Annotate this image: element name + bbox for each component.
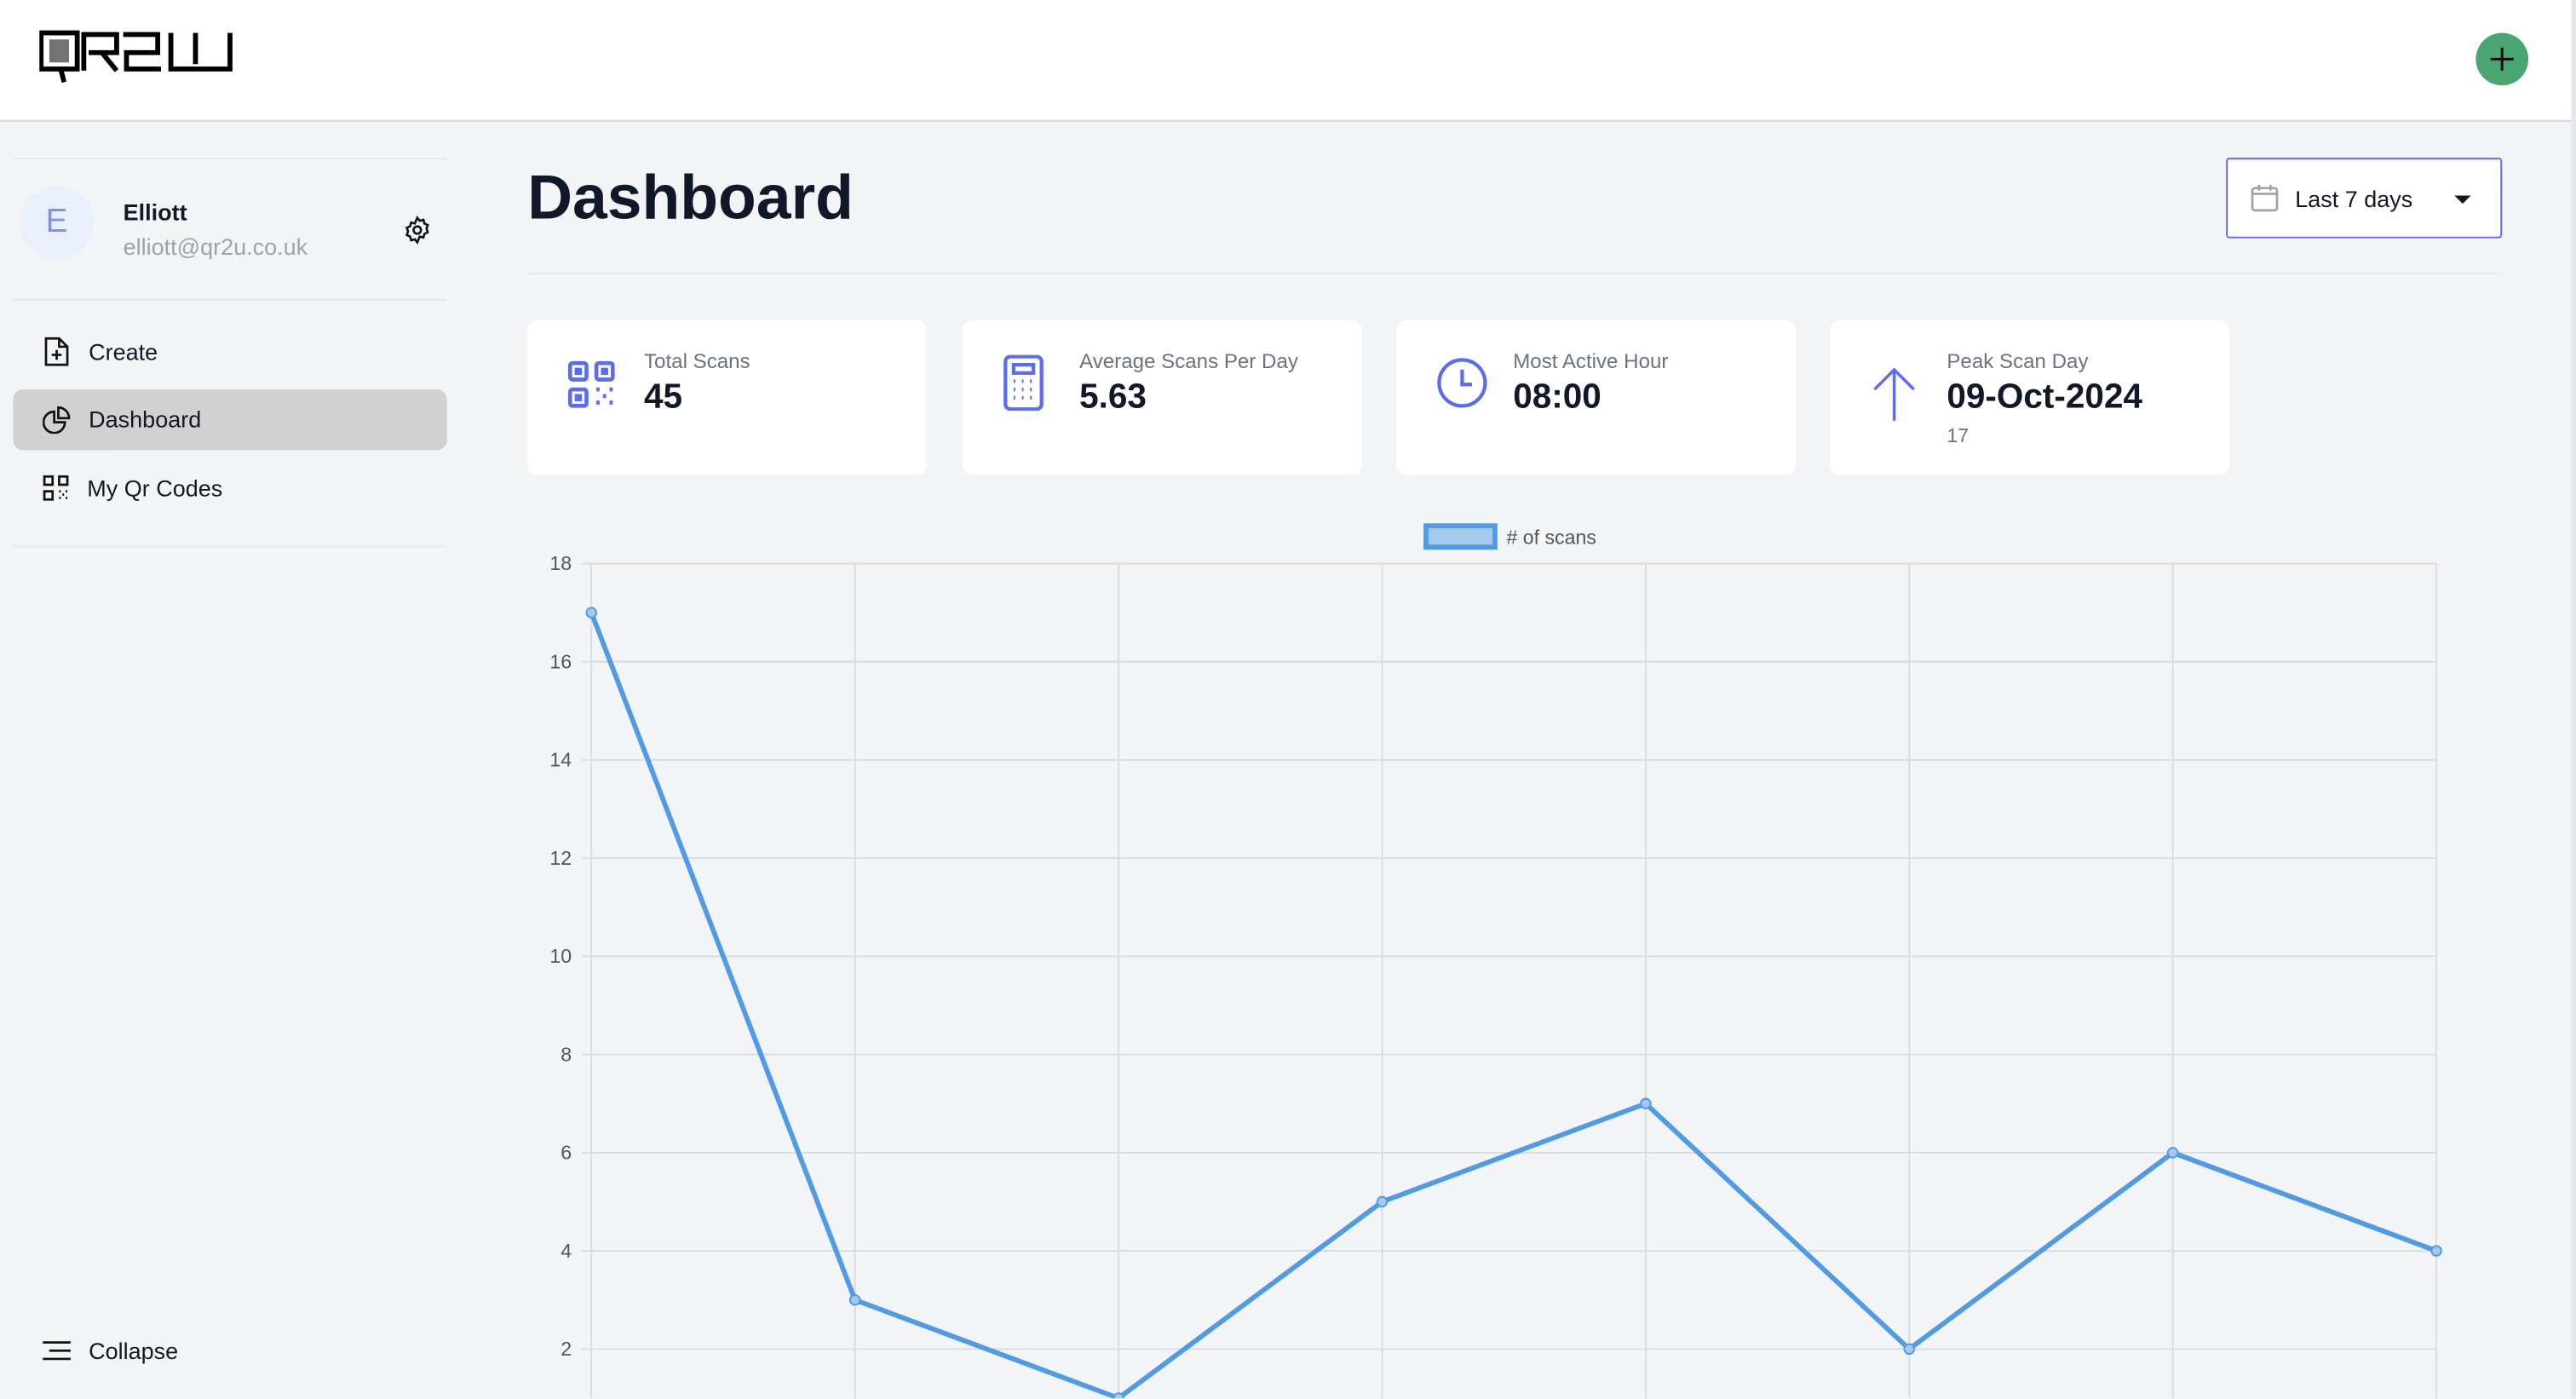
data-point <box>2166 1147 2179 1159</box>
y-tick-label: 10 <box>549 945 572 967</box>
y-tick-label: 2 <box>561 1338 572 1360</box>
scans-line-chart: 2 4 6 8 10 12 14 16 18 # of scans <box>549 523 2442 1399</box>
data-point <box>585 607 598 619</box>
y-tick-label: 6 <box>561 1142 572 1164</box>
data-point <box>2430 1245 2442 1257</box>
data-point <box>848 1293 861 1306</box>
y-tick-label: 12 <box>549 847 572 869</box>
data-point <box>1376 1195 1389 1208</box>
y-tick-label: 8 <box>561 1043 572 1065</box>
y-tick-label: 14 <box>549 749 572 771</box>
y-tick-label: 18 <box>549 552 572 574</box>
data-point <box>1640 1097 1652 1110</box>
legend-label: # of scans <box>1506 526 1596 548</box>
series-line <box>589 612 2438 1399</box>
y-tick-label: 4 <box>561 1240 572 1262</box>
data-point <box>1903 1343 1916 1356</box>
app-root: E Elliott elliott@qr2u.co.uk Create Dash… <box>0 0 2576 1399</box>
y-tick-label: 16 <box>549 650 572 672</box>
legend-swatch <box>1423 523 1498 550</box>
data-point <box>1113 1392 1124 1399</box>
